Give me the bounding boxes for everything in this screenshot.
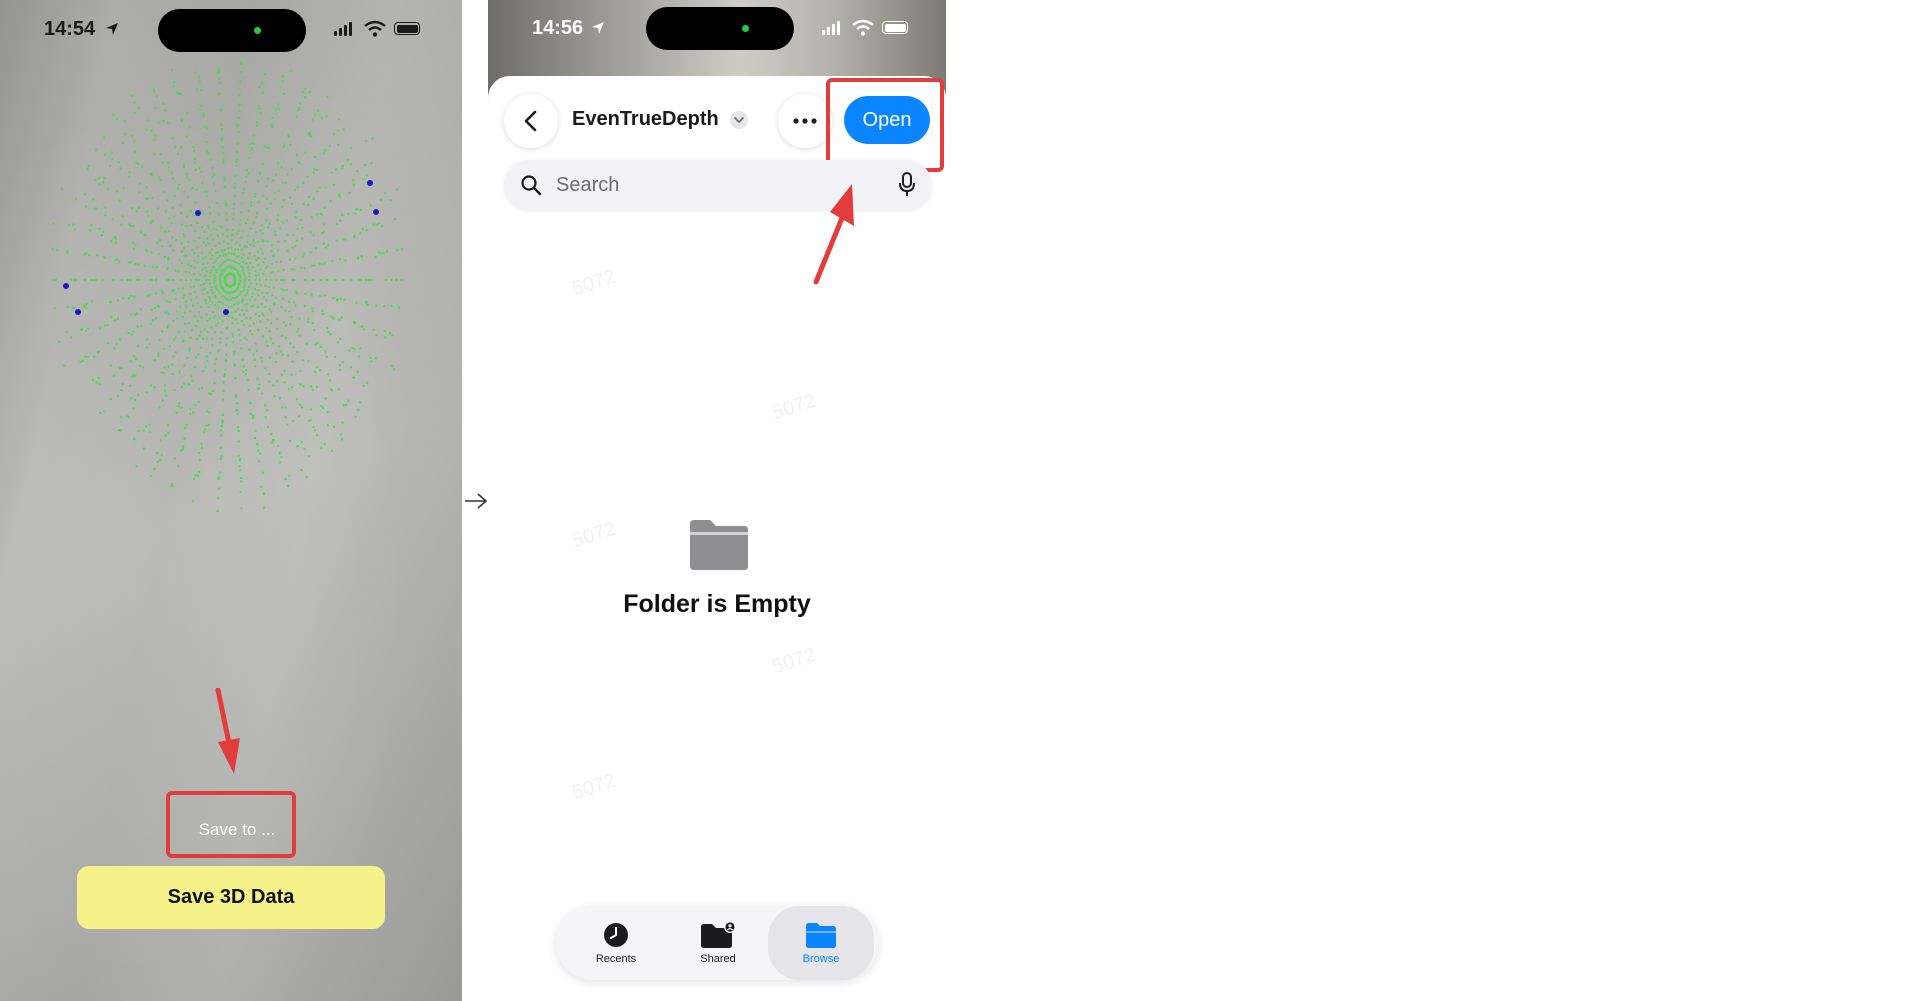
- camera-indicator: [742, 25, 749, 32]
- annotation-arrow-down: [215, 688, 240, 774]
- back-chevron-icon: [524, 110, 537, 132]
- folder-title: EvenTrueDepth: [572, 108, 719, 130]
- wifi-icon: [852, 19, 874, 36]
- arrow-right-icon: [465, 493, 488, 509]
- highlight-box-open: [826, 78, 944, 172]
- save-3d-data-button[interactable]: Save 3D Data: [77, 866, 385, 929]
- tab-label: Shared: [700, 953, 736, 965]
- back-button[interactable]: [504, 94, 558, 148]
- location-arrow-icon: [592, 22, 604, 34]
- battery-icon: [882, 21, 908, 34]
- more-button[interactable]: [778, 94, 832, 148]
- face-capture-screen: 14:54 Save to ... Save 3D Data: [0, 0, 462, 1001]
- folder-icon: [690, 520, 748, 570]
- more-icon: [793, 118, 817, 124]
- status-time: 14:56: [532, 17, 584, 39]
- search-icon: [521, 175, 542, 196]
- tab-bar: Recents Shared Browse: [556, 906, 878, 980]
- tab-browse[interactable]: Browse: [768, 906, 874, 980]
- files-picker-screen: 14:56 EvenTrueDepth Open Search 5072 507…: [488, 0, 946, 1001]
- search-field[interactable]: Search: [504, 160, 932, 210]
- annotation-arrow-up: [813, 184, 854, 285]
- search-placeholder: Search: [556, 174, 620, 196]
- shared-folder-icon: [701, 921, 736, 948]
- chevron-down-icon: [729, 110, 748, 129]
- signal-icon: [822, 21, 840, 35]
- empty-state-label: Folder is Empty: [623, 590, 811, 618]
- tab-label: Recents: [595, 953, 637, 965]
- tab-shared[interactable]: Shared: [668, 906, 768, 980]
- clock-icon: [604, 923, 628, 947]
- folder-title-menu[interactable]: EvenTrueDepth: [572, 108, 749, 131]
- face-mesh-overlay: [51, 61, 403, 513]
- tab-label: Browse: [802, 953, 840, 965]
- browse-folder-icon: [806, 923, 836, 948]
- highlight-box-save-to: [166, 791, 296, 858]
- mic-icon[interactable]: [898, 172, 916, 198]
- tab-recents[interactable]: Recents: [566, 906, 666, 980]
- dynamic-island: [646, 7, 794, 50]
